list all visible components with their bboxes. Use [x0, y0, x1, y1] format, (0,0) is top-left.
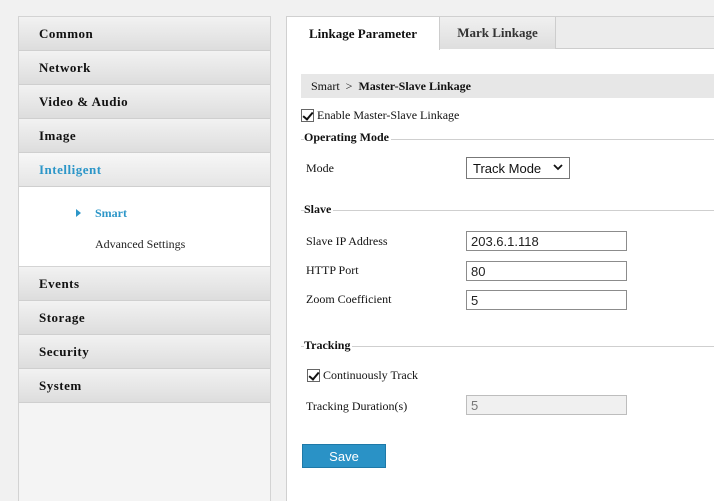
tracking-divider — [301, 346, 714, 347]
continuously-track-label: Continuously Track — [323, 368, 419, 382]
sidebar-item-common[interactable]: Common — [19, 17, 270, 51]
operating-mode-legend: Operating Mode — [304, 130, 391, 145]
sidebar-item-image[interactable]: Image — [19, 119, 270, 153]
sidebar-item-video-audio[interactable]: Video & Audio — [19, 85, 270, 119]
sidebar-item-events[interactable]: Events — [19, 267, 270, 301]
tab-mark-linkage[interactable]: Mark Linkage — [440, 17, 556, 49]
breadcrumb: Smart > Master-Slave Linkage — [301, 74, 714, 98]
content-panel: Linkage Parameter Mark Linkage Smart > M… — [286, 16, 714, 501]
http-port-input[interactable]: 80 — [466, 261, 627, 281]
chevron-down-icon — [553, 164, 563, 171]
enable-master-slave-label: Enable Master-Slave Linkage — [317, 108, 460, 122]
mode-label: Mode — [306, 161, 334, 175]
tracking-legend: Tracking — [304, 338, 353, 353]
submenu-item-smart[interactable]: Smart — [19, 202, 270, 224]
enable-master-slave-checkbox[interactable] — [301, 109, 314, 122]
submenu-item-advanced-settings[interactable]: Advanced Settings — [19, 233, 270, 255]
settings-sidebar: Common Network Video & Audio Image Intel… — [18, 16, 271, 501]
sidebar-item-intelligent[interactable]: Intelligent — [19, 153, 270, 187]
slave-legend: Slave — [304, 202, 334, 217]
tracking-duration-label: Tracking Duration(s) — [306, 399, 408, 413]
save-button[interactable]: Save — [302, 444, 386, 468]
tracking-duration-input[interactable]: 5 — [466, 395, 627, 415]
breadcrumb-separator: > — [345, 78, 353, 93]
intelligent-submenu: Smart Advanced Settings — [19, 187, 270, 267]
continuously-track-checkbox[interactable] — [307, 369, 320, 382]
mode-select[interactable]: Track Mode — [466, 157, 570, 179]
sidebar-item-storage[interactable]: Storage — [19, 301, 270, 335]
tab-linkage-parameter[interactable]: Linkage Parameter — [287, 17, 440, 50]
zoom-coefficient-input[interactable]: 5 — [466, 290, 627, 310]
sidebar-item-security[interactable]: Security — [19, 335, 270, 369]
sidebar-item-network[interactable]: Network — [19, 51, 270, 85]
slave-divider — [301, 210, 714, 211]
http-port-label: HTTP Port — [306, 263, 359, 277]
slave-ip-input[interactable]: 203.6.1.118 — [466, 231, 627, 251]
breadcrumb-current: Master-Slave Linkage — [358, 78, 471, 93]
zoom-coefficient-label: Zoom Coefficient — [306, 292, 392, 306]
sidebar-item-system[interactable]: System — [19, 369, 270, 403]
slave-ip-label: Slave IP Address — [306, 234, 388, 248]
arrow-right-icon — [76, 209, 81, 217]
breadcrumb-parent: Smart — [311, 78, 340, 93]
tab-bar: Linkage Parameter Mark Linkage — [287, 17, 714, 50]
